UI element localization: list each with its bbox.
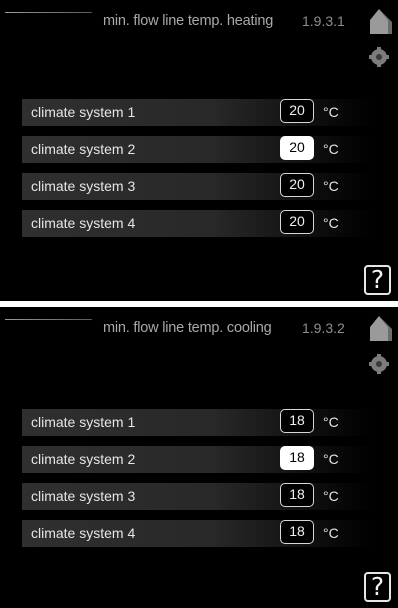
list-item[interactable]: climate system 4 18 °C [22, 520, 374, 547]
cooling-screen: min. flow line temp. cooling 1.9.3.2 cli… [0, 307, 398, 608]
list-item[interactable]: climate system 4 20 °C [22, 210, 374, 237]
value-field[interactable]: 20 [280, 210, 314, 234]
value-field[interactable]: 20 [280, 173, 314, 197]
value-field-selected[interactable]: 20 [280, 136, 314, 160]
unit-label: °C [323, 178, 339, 194]
row-label: climate system 2 [31, 141, 136, 157]
row-label: climate system 1 [31, 104, 136, 120]
gear-icon[interactable] [366, 46, 392, 68]
gear-icon[interactable] [366, 353, 392, 375]
home-icon[interactable] [366, 6, 396, 36]
value-field[interactable]: 18 [280, 483, 314, 507]
value-field-selected[interactable]: 18 [280, 446, 314, 470]
help-button[interactable]: ? [364, 572, 391, 602]
menu-code: 1.9.3.1 [302, 13, 345, 29]
unit-label: °C [323, 488, 339, 504]
row-label: climate system 3 [31, 488, 136, 504]
value-field[interactable]: 18 [280, 409, 314, 433]
screen-title: min. flow line temp. cooling [103, 320, 272, 336]
value-field[interactable]: 18 [280, 520, 314, 544]
row-label: climate system 4 [31, 525, 136, 541]
home-icon[interactable] [366, 313, 396, 343]
row-label: climate system 2 [31, 451, 136, 467]
list-item[interactable]: climate system 2 20 °C [22, 136, 374, 163]
list-item[interactable]: climate system 2 18 °C [22, 446, 374, 473]
list-item[interactable]: climate system 1 20 °C [22, 99, 374, 126]
header-divider [5, 319, 92, 320]
heating-screen: min. flow line temp. heating 1.9.3.1 cli… [0, 0, 398, 301]
value-field[interactable]: 20 [280, 99, 314, 123]
list-item[interactable]: climate system 3 20 °C [22, 173, 374, 200]
header-divider [5, 12, 92, 13]
row-label: climate system 3 [31, 178, 136, 194]
list-item[interactable]: climate system 1 18 °C [22, 409, 374, 436]
row-label: climate system 1 [31, 414, 136, 430]
unit-label: °C [323, 141, 339, 157]
unit-label: °C [323, 451, 339, 467]
unit-label: °C [323, 525, 339, 541]
row-label: climate system 4 [31, 215, 136, 231]
unit-label: °C [323, 104, 339, 120]
menu-code: 1.9.3.2 [302, 320, 345, 336]
screen-title: min. flow line temp. heating [103, 13, 274, 29]
unit-label: °C [323, 414, 339, 430]
help-button[interactable]: ? [364, 265, 391, 295]
unit-label: °C [323, 215, 339, 231]
list-item[interactable]: climate system 3 18 °C [22, 483, 374, 510]
